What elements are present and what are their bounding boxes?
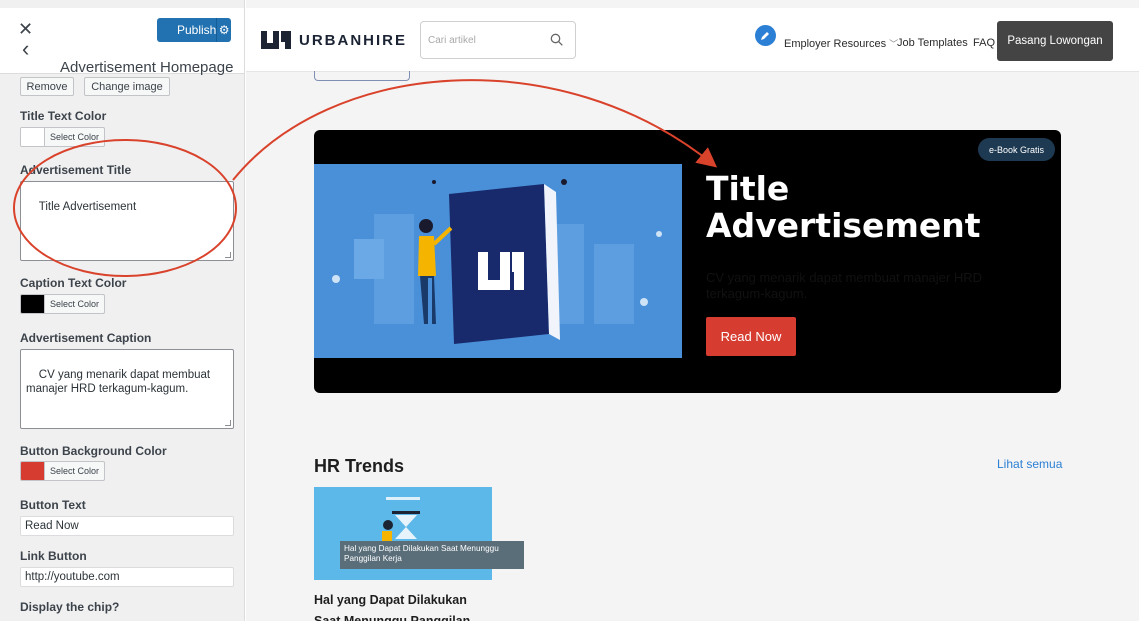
advertisement-banner: e-Book Gratis Title Advertisement CV yan… bbox=[314, 130, 1061, 393]
publish-label: Publish bbox=[177, 23, 217, 37]
resize-handle[interactable] bbox=[225, 252, 231, 258]
nav-employer-resources-label: Employer Resources bbox=[784, 38, 887, 50]
button-text-input[interactable]: Read Now bbox=[20, 516, 234, 536]
site-header: URBANHIRE Cari artikel Employer Resource… bbox=[246, 8, 1139, 72]
back-arrow-icon[interactable]: ‹ bbox=[22, 38, 29, 60]
button-bg-label: Button Background Color bbox=[20, 444, 167, 458]
pencil-icon[interactable] bbox=[755, 25, 776, 46]
ad-caption-label: Advertisement Caption bbox=[20, 331, 152, 345]
publish-button[interactable]: Publish ⚙ bbox=[157, 18, 231, 42]
title-text-color-label: Title Text Color bbox=[20, 109, 107, 123]
color-swatch bbox=[21, 295, 45, 313]
gear-icon[interactable]: ⚙ bbox=[216, 18, 231, 42]
logo-text[interactable]: URBANHIRE bbox=[299, 32, 407, 49]
section-title: Advertisement Homepage bbox=[60, 59, 234, 76]
hero-title: Title Advertisement bbox=[706, 169, 981, 245]
nav-job-templates[interactable]: Job Templates bbox=[897, 37, 968, 49]
ad-title-label: Advertisement Title bbox=[20, 163, 132, 177]
ad-title-textarea[interactable]: Title Advertisement bbox=[20, 181, 234, 261]
site-preview: URBANHIRE Cari artikel Employer Resource… bbox=[246, 0, 1139, 621]
search-placeholder: Cari artikel bbox=[428, 35, 476, 46]
color-swatch bbox=[21, 462, 45, 480]
select-color-label: Select Color bbox=[49, 466, 100, 476]
urbanhire-logo-icon[interactable] bbox=[261, 31, 291, 49]
remove-image-button[interactable]: Remove bbox=[20, 77, 74, 96]
caption-color-label: Caption Text Color bbox=[20, 276, 127, 290]
resize-handle[interactable] bbox=[225, 420, 231, 426]
link-button-input[interactable]: http://youtube.com bbox=[20, 567, 234, 587]
nav-employer-resources[interactable]: Employer Resources ﹀ bbox=[784, 37, 898, 50]
select-color-label: Select Color bbox=[49, 132, 100, 142]
ebook-illustration bbox=[314, 164, 682, 358]
customizer-panel: ✕ Publish ⚙ ‹ Advertisement Homepage Rem… bbox=[0, 0, 245, 621]
title-color-picker[interactable]: Select Color bbox=[20, 127, 105, 147]
select-color-label: Select Color bbox=[49, 299, 100, 309]
color-swatch bbox=[21, 128, 45, 146]
thumbnail-tooltip: Hal yang Dapat Dilakukan Saat Menunggu P… bbox=[340, 541, 524, 569]
link-button-label: Link Button bbox=[20, 549, 87, 563]
change-image-button[interactable]: Change image bbox=[84, 77, 170, 96]
article-title[interactable]: Hal yang Dapat Dilakukan Saat Menunggu P… bbox=[314, 590, 494, 621]
customizer-header: ✕ Publish ⚙ ‹ Advertisement Homepage bbox=[0, 8, 244, 76]
ad-caption-textarea[interactable]: CV yang menarik dapat membuat manajer HR… bbox=[20, 349, 234, 429]
partial-button[interactable] bbox=[314, 71, 410, 81]
ebook-chip: e-Book Gratis bbox=[978, 138, 1055, 161]
search-icon[interactable] bbox=[550, 33, 563, 46]
ad-caption-value: CV yang menarik dapat membuat manajer HR… bbox=[26, 369, 214, 395]
see-all-link[interactable]: Lihat semua bbox=[997, 457, 1062, 471]
nav-faq[interactable]: FAQ bbox=[973, 37, 995, 49]
button-bg-color-picker[interactable]: Select Color bbox=[20, 461, 105, 481]
display-chip-label: Display the chip? bbox=[20, 600, 120, 614]
ad-title-value: Title Advertisement bbox=[38, 201, 137, 213]
caption-color-picker[interactable]: Select Color bbox=[20, 294, 105, 314]
button-text-label: Button Text bbox=[20, 498, 86, 512]
post-job-button[interactable]: Pasang Lowongan bbox=[997, 21, 1113, 61]
hero-caption: CV yang menarik dapat membuat manajer HR… bbox=[706, 270, 983, 301]
read-now-button[interactable]: Read Now bbox=[706, 317, 796, 356]
search-input[interactable]: Cari artikel bbox=[420, 21, 576, 59]
section-heading: HR Trends bbox=[314, 456, 405, 476]
